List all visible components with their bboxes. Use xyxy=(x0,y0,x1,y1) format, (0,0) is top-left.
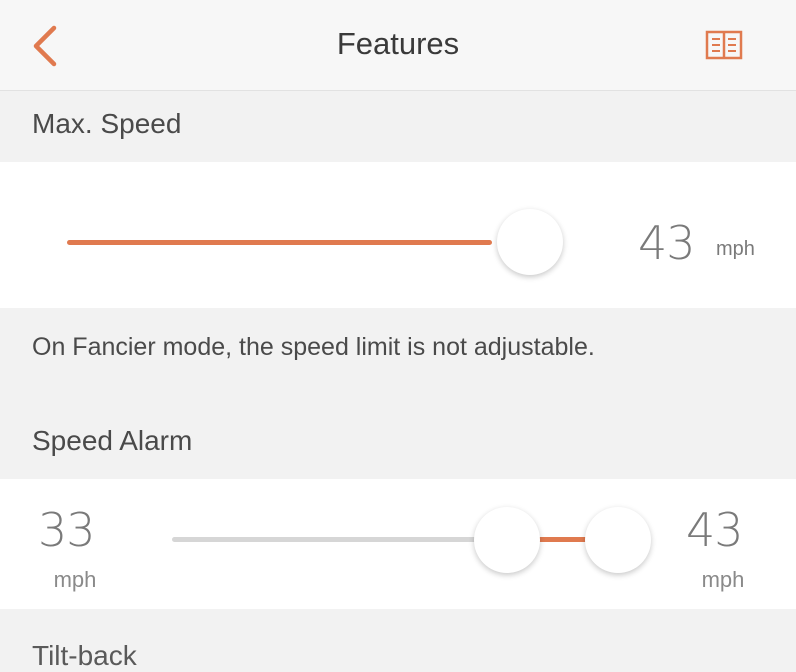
alarm-low-value: 33 xyxy=(38,503,96,557)
max-speed-card: 43 mph xyxy=(0,162,796,308)
max-speed-label: Max. Speed xyxy=(32,108,182,139)
alarm-high-unit: mph xyxy=(701,567,745,592)
manual-button[interactable] xyxy=(704,28,744,62)
alarm-high-value: 43 xyxy=(686,503,744,557)
alarm-low-slider-thumb[interactable] xyxy=(474,507,540,573)
max-speed-value: 43 xyxy=(638,216,696,270)
max-speed-unit: mph xyxy=(716,238,755,260)
speed-alarm-card: 33 mph 43 mph xyxy=(0,479,796,609)
alarm-track-inactive xyxy=(172,537,508,542)
alarm-low-unit: mph xyxy=(53,567,97,592)
alarm-high-slider-thumb[interactable] xyxy=(585,507,651,573)
max-speed-slider-thumb[interactable] xyxy=(497,209,563,275)
max-speed-track-fill xyxy=(67,240,492,245)
book-icon xyxy=(705,30,743,60)
max-speed-note: On Fancier mode, the speed limit is not … xyxy=(32,333,595,361)
next-section-label: Tilt-back xyxy=(32,640,137,671)
page-title: Features xyxy=(336,26,460,61)
top-app-bar: Features xyxy=(0,0,796,91)
speed-alarm-label: Speed Alarm xyxy=(32,425,193,456)
